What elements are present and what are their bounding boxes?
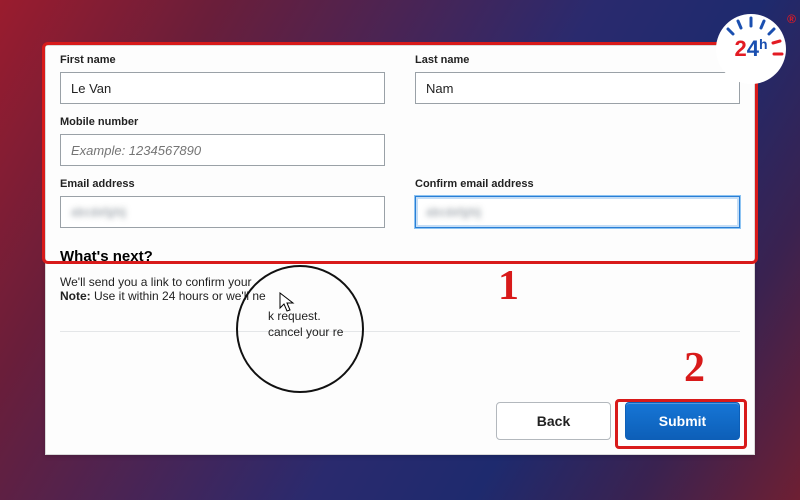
col-last-name: Last name [415, 54, 740, 104]
confirm-email-label: Confirm email address [415, 178, 740, 190]
back-button[interactable]: Back [496, 402, 611, 440]
row-mobile: Mobile number [60, 116, 740, 166]
col-confirm-email: Confirm email address abcdefghij [415, 178, 740, 228]
whats-next-line1: We'll send you a link to confirm your [60, 275, 740, 289]
action-bar: Back Submit [496, 402, 740, 440]
col-email: Email address abcdefghij [60, 178, 385, 228]
logo-24h: 24h [716, 14, 786, 84]
divider [60, 331, 740, 332]
logo-ticks-icon [716, 14, 786, 84]
submit-button[interactable]: Submit [625, 402, 740, 440]
email-label: Email address [60, 178, 385, 190]
logo-registered: ® [787, 12, 796, 26]
first-name-label: First name [60, 54, 385, 66]
confirm-email-input[interactable]: abcdefghij [415, 196, 740, 228]
form-card: First name Last name Mobile number Email… [45, 45, 755, 455]
whats-next-title: What's next? [60, 248, 740, 265]
col-mobile: Mobile number [60, 116, 385, 166]
mobile-input[interactable] [60, 134, 385, 166]
row-name: First name Last name [60, 54, 740, 104]
submit-button-label: Submit [659, 413, 706, 429]
mobile-label: Mobile number [60, 116, 385, 128]
row-email: Email address abcdefghij Confirm email a… [60, 178, 740, 228]
col-mobile-spacer [415, 116, 740, 166]
whats-next-block: What's next? We'll send you a link to co… [60, 248, 740, 303]
col-first-name: First name [60, 54, 385, 104]
first-name-input[interactable] [60, 72, 385, 104]
whats-next-line2: Note: Use it within 24 hours or we'll ne [60, 289, 740, 303]
last-name-input[interactable] [415, 72, 740, 104]
note-prefix: Note: [60, 289, 91, 303]
back-button-label: Back [537, 413, 570, 429]
note-rest: Use it within 24 hours or we'll ne [91, 289, 266, 303]
last-name-label: Last name [415, 54, 740, 66]
email-input[interactable]: abcdefghij [60, 196, 385, 228]
